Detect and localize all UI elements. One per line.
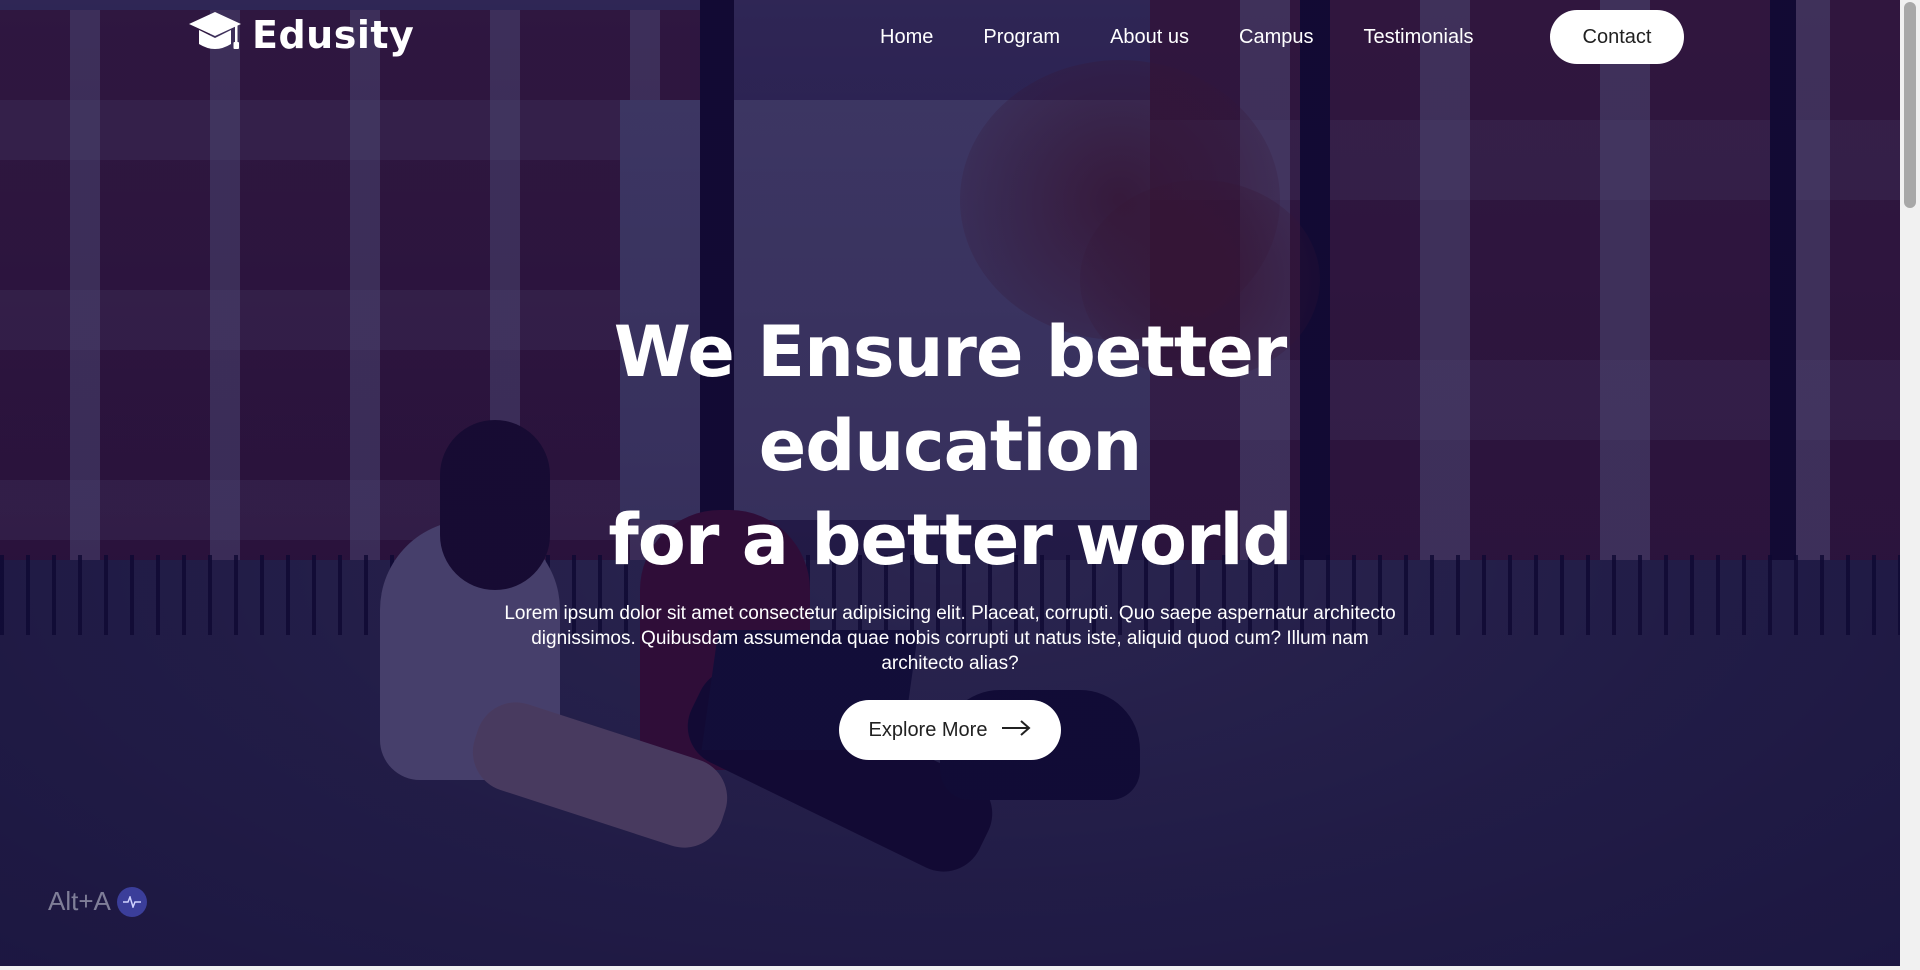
nav-item-home[interactable]: Home (880, 26, 933, 49)
nav-menu: Home Program About us Campus Testimonial… (880, 10, 1474, 64)
horizontal-scrollbar-track (0, 966, 1900, 970)
arrow-right-icon (1001, 719, 1031, 742)
hero-title-line2: for a better world (608, 499, 1292, 581)
nav-item-about-us[interactable]: About us (1110, 26, 1189, 49)
alt-a-label: Alt+A (48, 886, 111, 916)
top-navbar: Edusity Home Program About us Campus Tes… (0, 0, 1900, 76)
nav-item-program[interactable]: Program (983, 26, 1060, 49)
hero-content: We Ensure better education for a better … (0, 305, 1900, 760)
hero-description: Lorem ipsum dolor sit amet consectetur a… (504, 603, 1396, 674)
scrollbar-thumb[interactable] (1904, 2, 1916, 208)
brand-logo[interactable]: Edusity (188, 10, 414, 60)
explore-more-label: Explore More (868, 718, 988, 741)
graduation-cap-icon (188, 10, 242, 60)
explore-more-button[interactable]: Explore More (838, 700, 1062, 760)
hero-title-line1: We Ensure better education (613, 311, 1288, 487)
hero-title: We Ensure better education for a better … (460, 305, 1440, 587)
pulse-icon (116, 886, 147, 917)
vertical-scrollbar[interactable] (1900, 0, 1920, 970)
brand-name: Edusity (252, 13, 415, 57)
contact-button[interactable]: Contact (1550, 10, 1684, 64)
nav-item-testimonials[interactable]: Testimonials (1364, 26, 1474, 49)
nav-item-campus[interactable]: Campus (1239, 26, 1313, 49)
alt-a-badge[interactable]: Alt+A (48, 886, 147, 917)
